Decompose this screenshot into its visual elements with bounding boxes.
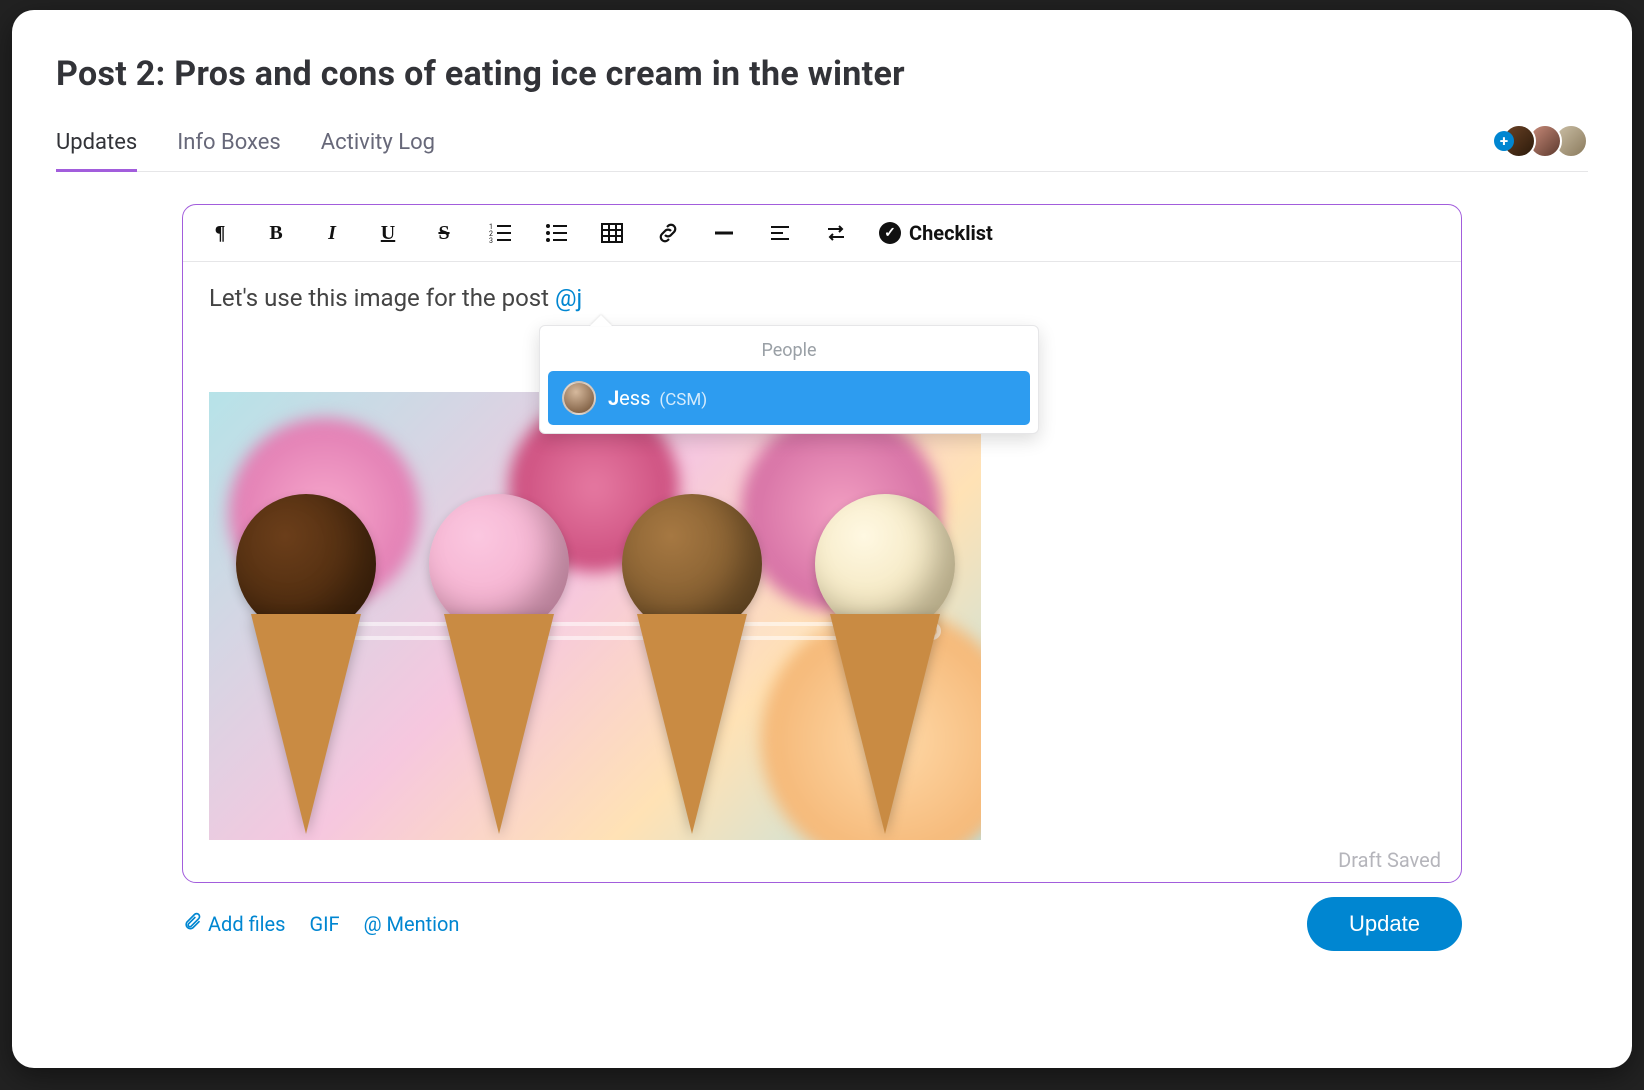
tab-info-boxes[interactable]: Info Boxes bbox=[177, 130, 281, 171]
unordered-list-icon[interactable] bbox=[543, 223, 569, 243]
horizontal-rule-icon[interactable] bbox=[711, 223, 737, 243]
link-icon[interactable] bbox=[655, 223, 681, 243]
ice-cream-cone bbox=[617, 494, 767, 834]
ice-cream-cone bbox=[424, 494, 574, 834]
item-title: Post 2: Pros and cons of eating ice crea… bbox=[56, 54, 1588, 94]
gif-button[interactable]: GIF bbox=[309, 912, 339, 936]
mention-button[interactable]: @ Mention bbox=[364, 912, 460, 936]
text-before-mention: Let's use this image for the post bbox=[209, 284, 555, 312]
ice-cream-cone bbox=[810, 494, 960, 834]
item-detail-panel: Post 2: Pros and cons of eating ice crea… bbox=[12, 10, 1632, 1068]
mention-person-row[interactable]: Jess (CSM) bbox=[548, 371, 1030, 425]
underline-icon[interactable]: U bbox=[375, 222, 401, 245]
table-icon[interactable] bbox=[599, 223, 625, 243]
mention-token[interactable]: @j bbox=[555, 284, 582, 312]
content-text-line: Let's use this image for the post @j bbox=[209, 284, 1435, 312]
italic-icon[interactable]: I bbox=[319, 222, 345, 245]
checklist-label: Checklist bbox=[909, 221, 993, 245]
tabs-row: Updates Info Boxes Activity Log + bbox=[56, 130, 1588, 172]
tabs: Updates Info Boxes Activity Log bbox=[56, 130, 435, 171]
avatar bbox=[562, 381, 596, 415]
update-editor: ¶ B I U S 123 bbox=[182, 204, 1462, 883]
tab-updates[interactable]: Updates bbox=[56, 130, 137, 172]
mention-popup-section-label: People bbox=[548, 336, 1030, 371]
attached-image[interactable] bbox=[209, 392, 981, 840]
update-editor-wrap: ¶ B I U S 123 bbox=[182, 204, 1462, 951]
paperclip-icon bbox=[182, 912, 202, 937]
checklist-button[interactable]: ✓ Checklist bbox=[879, 221, 993, 245]
members-cluster: + bbox=[1494, 124, 1588, 158]
bold-icon[interactable]: B bbox=[263, 222, 289, 245]
strikethrough-icon[interactable]: S bbox=[431, 222, 457, 245]
editor-content[interactable]: Let's use this image for the post @j Dra… bbox=[183, 262, 1461, 882]
ordered-list-icon[interactable]: 123 bbox=[487, 223, 513, 243]
text-direction-icon[interactable] bbox=[823, 223, 849, 243]
mention-popup: People Jess (CSM) bbox=[539, 325, 1039, 434]
update-button[interactable]: Update bbox=[1307, 897, 1462, 951]
add-files-button[interactable]: Add files bbox=[182, 912, 285, 937]
add-files-label: Add files bbox=[208, 912, 285, 936]
add-member-button[interactable]: + bbox=[1494, 131, 1514, 151]
ice-cream-cone bbox=[231, 494, 381, 834]
mention-person-name: Jess (CSM) bbox=[608, 386, 707, 410]
svg-text:3: 3 bbox=[489, 237, 493, 243]
align-icon[interactable] bbox=[767, 223, 793, 243]
editor-toolbar: ¶ B I U S 123 bbox=[183, 205, 1461, 262]
mention-person-role: (CSM) bbox=[659, 390, 707, 410]
draft-saved-status: Draft Saved bbox=[1338, 848, 1441, 872]
editor-actions-row: Add files GIF @ Mention Update bbox=[182, 897, 1462, 951]
check-circle-icon: ✓ bbox=[879, 222, 901, 244]
tab-activity-log[interactable]: Activity Log bbox=[321, 130, 435, 171]
paragraph-format-icon[interactable]: ¶ bbox=[207, 222, 233, 245]
